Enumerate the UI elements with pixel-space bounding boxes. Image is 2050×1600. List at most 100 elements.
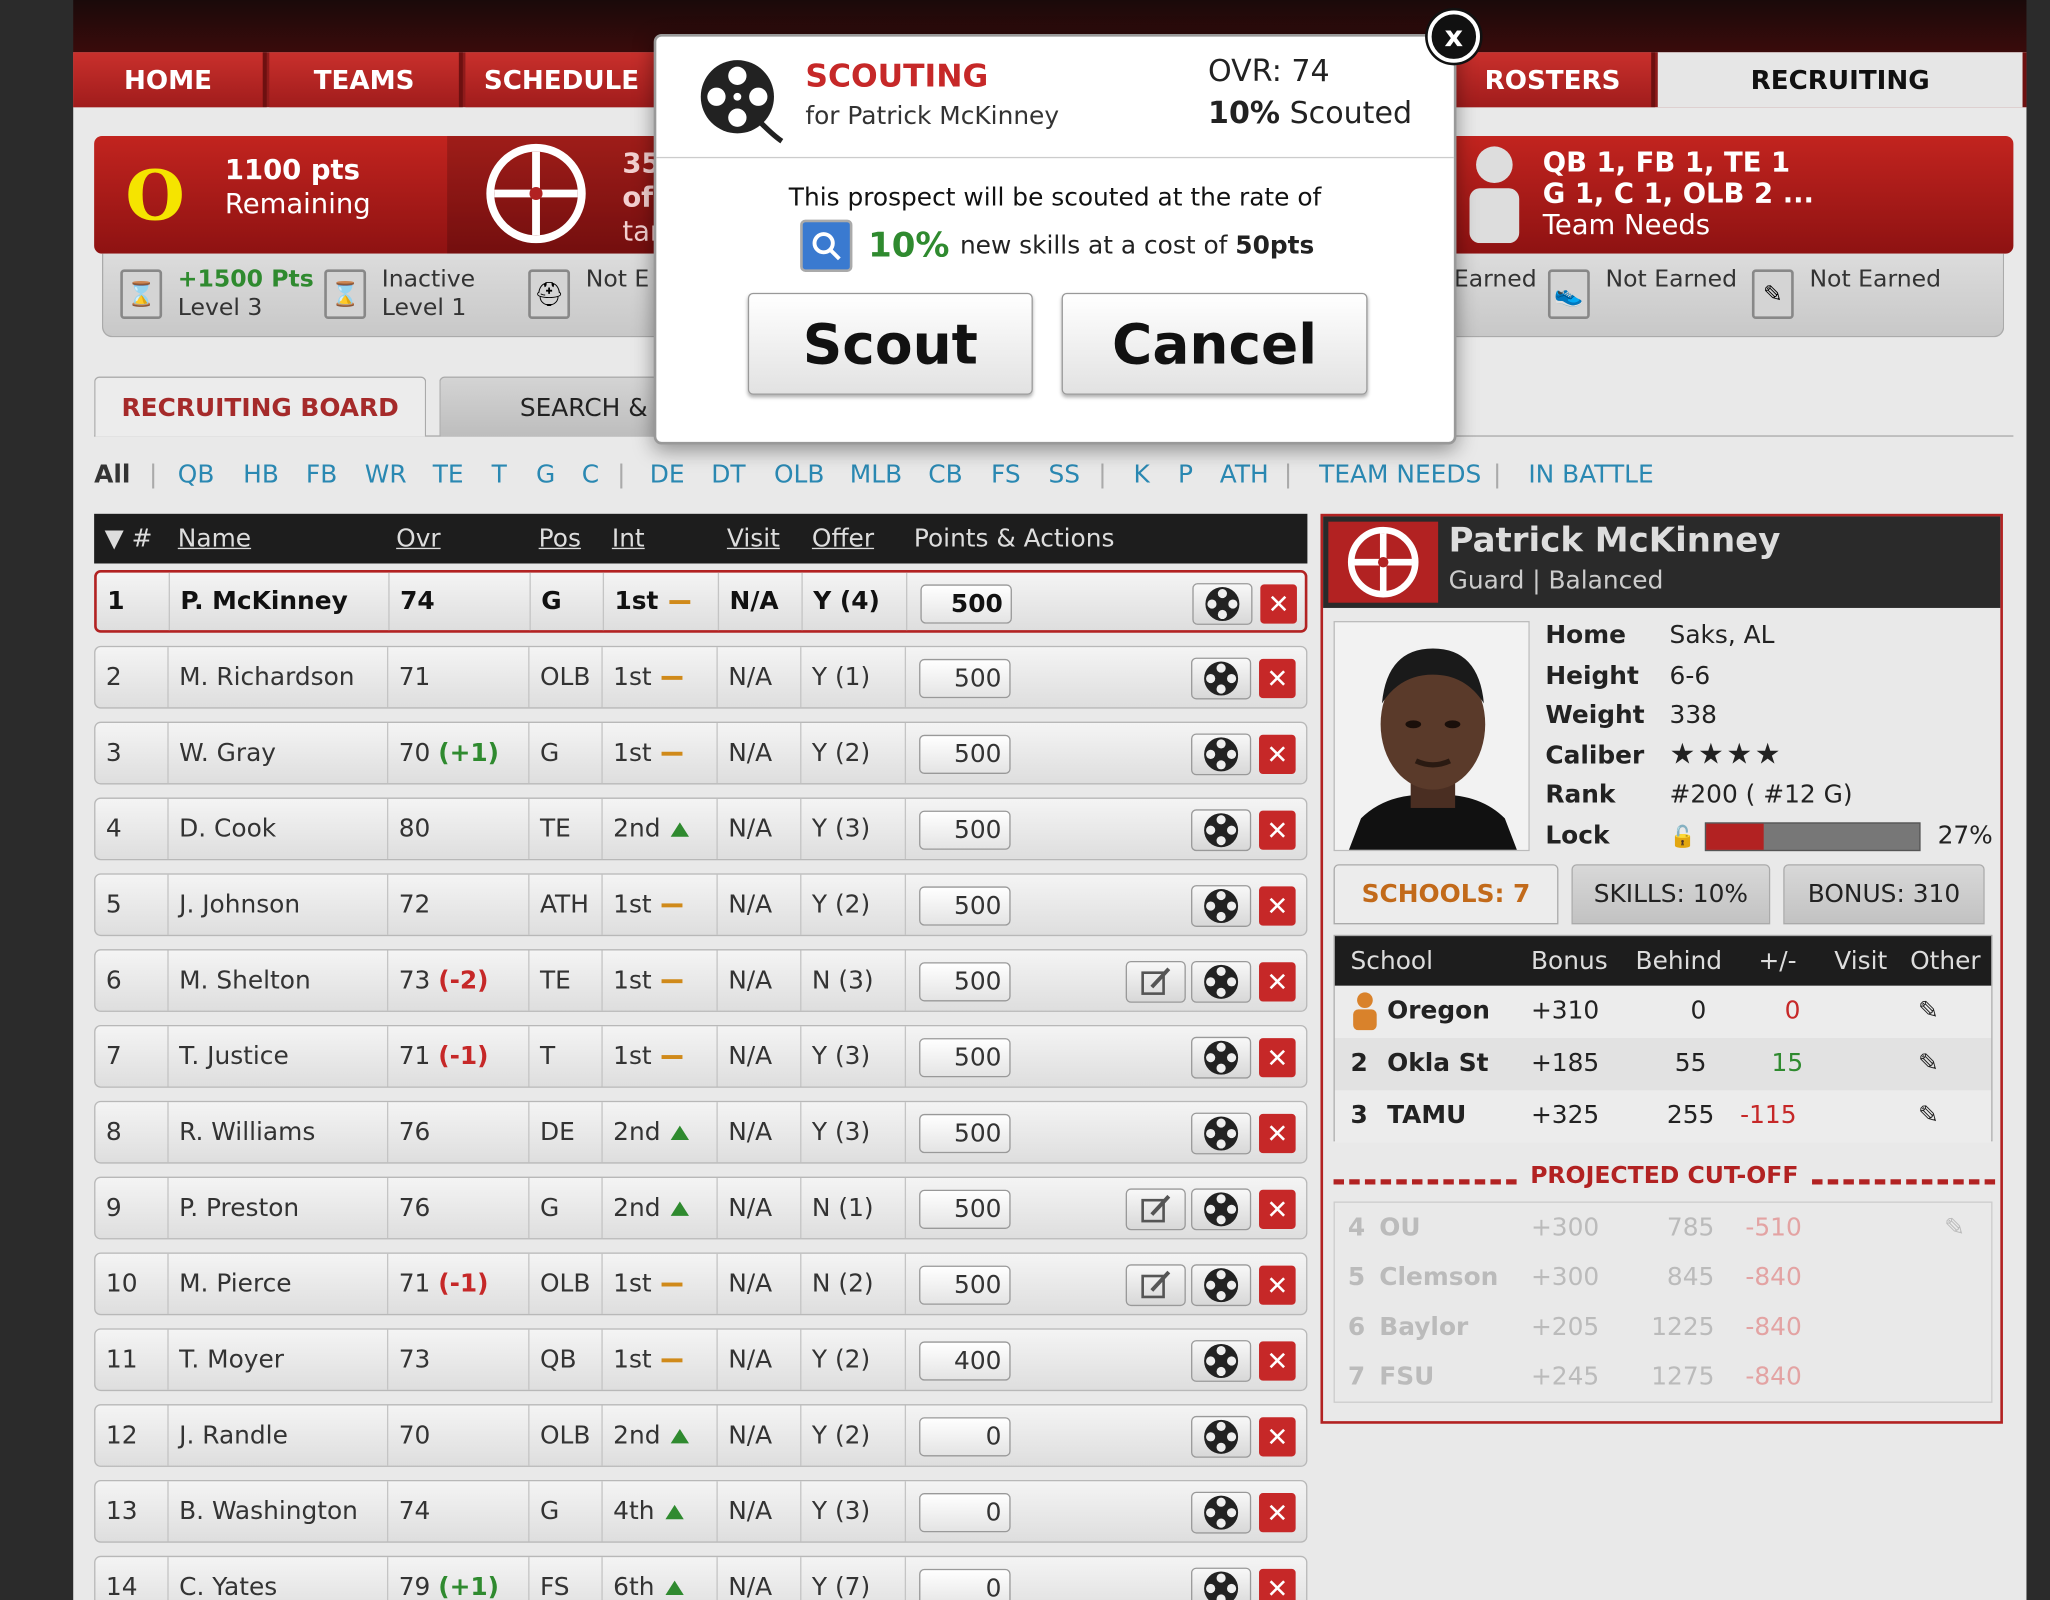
filter-all[interactable]: All: [94, 460, 130, 489]
filter-g[interactable]: G: [536, 460, 555, 489]
scout-reel-icon[interactable]: [1191, 1415, 1252, 1458]
table-row[interactable]: 9 P. Preston 76 G 2nd N/A N (1) 500 ✕: [94, 1176, 1308, 1240]
filter-p[interactable]: P: [1178, 460, 1193, 489]
scout-reel-icon[interactable]: [1191, 1264, 1252, 1307]
filter-cb[interactable]: CB: [928, 460, 962, 489]
points-input[interactable]: 500: [919, 962, 1011, 1002]
filter-mlb[interactable]: MLB: [850, 460, 902, 489]
points-input[interactable]: 500: [919, 658, 1011, 699]
table-row[interactable]: 13 B. Washington 74 G 4th N/A Y (3) 0 ✕: [94, 1479, 1308, 1543]
filter-c[interactable]: C: [582, 460, 599, 489]
scout-reel-icon[interactable]: [1191, 809, 1252, 852]
school-row[interactable]: 3 TAMU +325 255 -115 ✎: [1334, 1090, 1992, 1143]
table-row[interactable]: 8 R. Williams 76 DE 2nd N/A Y (3) 500 ✕: [94, 1100, 1308, 1164]
remove-icon[interactable]: ✕: [1259, 1038, 1296, 1078]
points-input[interactable]: 500: [919, 886, 1011, 926]
points-input[interactable]: 0: [919, 1493, 1011, 1533]
filter-ath[interactable]: ATH: [1220, 460, 1269, 489]
school-row[interactable]: 4 OU +300 785 -510 ✎: [1335, 1203, 1991, 1253]
nav-home[interactable]: HOME: [73, 52, 267, 108]
filter-fs[interactable]: FS: [991, 460, 1021, 489]
points-input[interactable]: 500: [920, 584, 1012, 624]
scout-reel-icon[interactable]: [1191, 885, 1252, 927]
filter-qb[interactable]: QB: [178, 460, 215, 489]
points-input[interactable]: 500: [919, 810, 1011, 850]
filter-fb[interactable]: FB: [306, 460, 337, 489]
visit-header[interactable]: Visit: [727, 524, 780, 553]
table-row[interactable]: 1 P. McKinney 74 G 1st N/A Y (4) 500 ✕: [94, 570, 1308, 633]
remove-icon[interactable]: ✕: [1259, 1493, 1296, 1533]
scout-reel-icon[interactable]: [1191, 1340, 1252, 1382]
scout-reel-icon[interactable]: [1191, 1112, 1252, 1155]
table-row[interactable]: 3 W. Gray 70 (+1) G 1st N/A Y (2) 500 ✕: [94, 721, 1308, 785]
table-row[interactable]: 4 D. Cook 80 TE 2nd N/A Y (3) 500 ✕: [94, 797, 1308, 861]
remove-icon[interactable]: ✕: [1259, 1265, 1296, 1305]
filter-hb[interactable]: HB: [243, 460, 279, 489]
remove-icon[interactable]: ✕: [1259, 962, 1296, 1002]
remove-icon[interactable]: ✕: [1259, 1113, 1296, 1154]
remove-icon[interactable]: ✕: [1259, 658, 1296, 699]
note-icon[interactable]: ✎: [1918, 996, 1939, 1025]
school-row[interactable]: 6 Baylor +205 1225 -840: [1335, 1302, 1991, 1352]
points-input[interactable]: 500: [919, 1265, 1011, 1305]
note-icon[interactable]: [1125, 1188, 1186, 1231]
close-icon[interactable]: x: [1427, 10, 1480, 63]
ovr-header[interactable]: Ovr: [396, 524, 440, 553]
table-row[interactable]: 5 J. Johnson 72 ATH 1st N/A Y (2) 500 ✕: [94, 873, 1308, 937]
filter-de[interactable]: DE: [650, 460, 685, 489]
scout-reel-icon[interactable]: [1191, 733, 1252, 776]
nav-schedule[interactable]: SCHEDULE: [465, 52, 662, 108]
filter-wr[interactable]: WR: [365, 460, 407, 489]
school-row[interactable]: Oregon +310 0 0 ✎: [1334, 985, 1992, 1039]
remove-icon[interactable]: ✕: [1259, 1417, 1296, 1457]
offer-header[interactable]: Offer: [812, 524, 874, 553]
nav-teams[interactable]: TEAMS: [269, 52, 463, 108]
note-icon[interactable]: [1125, 1264, 1186, 1307]
school-row[interactable]: 5 Clemson +300 845 -840: [1335, 1252, 1991, 1302]
filter-in-battle[interactable]: IN BATTLE: [1528, 460, 1653, 489]
points-input[interactable]: 0: [919, 1568, 1011, 1600]
table-row[interactable]: 14 C. Yates 79 (+1) FS 6th N/A Y (7) 0 ✕: [94, 1555, 1308, 1600]
remove-icon[interactable]: ✕: [1260, 584, 1297, 624]
points-input[interactable]: 0: [919, 1417, 1011, 1457]
points-input[interactable]: 400: [919, 1341, 1011, 1381]
school-row[interactable]: 7 FSU +245 1275 -840: [1335, 1352, 1991, 1402]
remove-icon[interactable]: ✕: [1259, 1189, 1296, 1229]
scout-reel-icon[interactable]: [1191, 1188, 1252, 1231]
note-icon[interactable]: ✎: [1918, 1101, 1939, 1130]
remove-icon[interactable]: ✕: [1259, 1568, 1296, 1600]
tab-skills[interactable]: SKILLS: 10%: [1571, 864, 1771, 925]
scout-reel-icon[interactable]: [1191, 657, 1252, 700]
points-input[interactable]: 500: [919, 1113, 1011, 1154]
cancel-button[interactable]: Cancel: [1061, 292, 1368, 395]
nav-rosters[interactable]: ROSTERS: [1453, 52, 1656, 108]
nav-recruiting[interactable]: RECRUITING: [1657, 52, 2027, 108]
filter-olb[interactable]: OLB: [774, 460, 824, 489]
int-header[interactable]: Int: [612, 524, 645, 553]
table-row[interactable]: 11 T. Moyer 73 QB 1st N/A Y (2) 400 ✕: [94, 1328, 1308, 1392]
table-row[interactable]: 2 M. Richardson 71 OLB 1st N/A Y (1) 500 ✕: [94, 645, 1308, 709]
remove-icon[interactable]: ✕: [1259, 1341, 1296, 1381]
filter-k[interactable]: K: [1134, 460, 1150, 489]
scout-reel-icon[interactable]: [1191, 960, 1252, 1003]
sort-number-header[interactable]: ▼ #: [105, 524, 153, 553]
points-input[interactable]: 500: [919, 1189, 1011, 1229]
table-row[interactable]: 10 M. Pierce 71 (-1) OLB 1st N/A N (2) 500 ✕: [94, 1252, 1308, 1316]
filter-dt[interactable]: DT: [711, 460, 745, 489]
remove-icon[interactable]: ✕: [1259, 886, 1296, 926]
filter-team-needs[interactable]: TEAM NEEDS: [1319, 460, 1481, 489]
filter-ss[interactable]: SS: [1049, 460, 1081, 489]
tab-recruiting-board[interactable]: RECRUITING BOARD: [94, 376, 427, 437]
note-icon[interactable]: ✎: [1918, 1049, 1939, 1078]
filter-t[interactable]: T: [492, 460, 507, 489]
table-row[interactable]: 6 M. Shelton 73 (-2) TE 1st N/A N (3) 500 ✕: [94, 949, 1308, 1012]
scout-reel-icon[interactable]: [1191, 1036, 1252, 1079]
remove-icon[interactable]: ✕: [1259, 734, 1296, 774]
note-icon[interactable]: ✎: [1944, 1213, 1965, 1242]
remove-icon[interactable]: ✕: [1259, 810, 1296, 850]
name-header[interactable]: Name: [178, 524, 251, 553]
points-input[interactable]: 500: [919, 734, 1011, 774]
tab-bonus[interactable]: BONUS: 310: [1783, 864, 1985, 925]
scout-reel-icon[interactable]: [1191, 1567, 1252, 1600]
tab-schools[interactable]: SCHOOLS: 7: [1333, 864, 1559, 925]
